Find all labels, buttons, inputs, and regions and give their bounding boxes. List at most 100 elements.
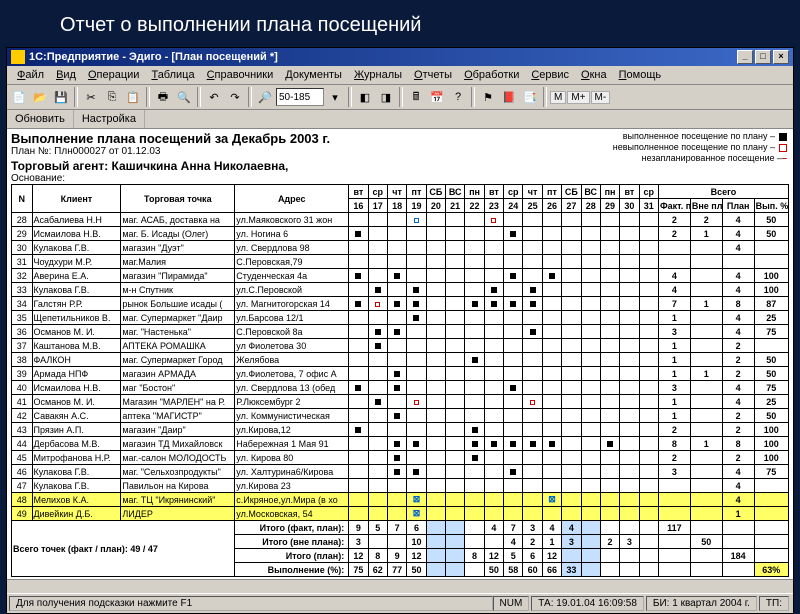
tool-b-icon[interactable]: ◨ <box>376 87 396 107</box>
tool-a-icon[interactable]: ◧ <box>355 87 375 107</box>
col-date: 30 <box>620 199 639 213</box>
menu-Помощь[interactable]: Помощь <box>613 67 668 83</box>
minimize-button[interactable]: _ <box>737 50 753 64</box>
status-hint: Для получения подсказки нажмите F1 <box>9 596 493 611</box>
calc-icon[interactable]: 🖩 <box>406 87 426 107</box>
table-row[interactable]: 35Щепетильников В.маг. Супермаркет "Даир… <box>12 311 789 325</box>
new-icon[interactable]: 📄 <box>9 87 29 107</box>
help-icon[interactable]: ? <box>448 87 468 107</box>
range-input[interactable] <box>276 88 324 106</box>
maximize-button[interactable]: □ <box>755 50 771 64</box>
col-day: ср <box>639 185 658 199</box>
col-day: вт <box>620 185 639 199</box>
menu-Документы[interactable]: Документы <box>279 67 348 83</box>
col-date: 20 <box>426 199 445 213</box>
table-row[interactable]: 30Кулакова Г.В.магазин "Дуэт"ул. Свердло… <box>12 241 789 255</box>
doc-basis: Основание: <box>11 173 613 184</box>
m-plus-button[interactable]: M+ <box>567 91 589 104</box>
menu-Обработки[interactable]: Обработки <box>458 67 525 83</box>
undo-icon[interactable]: ↶ <box>204 87 224 107</box>
table-row[interactable]: 46Кулакова Г.В.маг. "Сельхозпродукты"ул.… <box>12 465 789 479</box>
table-row[interactable]: 28Асабалиева Н.Нмаг. АСАБ, доставка наул… <box>12 213 789 227</box>
table-row[interactable]: 42Савакян А.С.аптека "МАГИСТР"ул. Коммун… <box>12 409 789 423</box>
doc-title: Выполнение плана посещений за Декабрь 20… <box>11 131 613 146</box>
col-day: пн <box>600 185 619 199</box>
redo-icon[interactable]: ↷ <box>225 87 245 107</box>
table-row[interactable]: 31Чоудхури М.Р.маг.МалияС.Перовская,79 <box>12 255 789 269</box>
cut-icon[interactable]: ✂ <box>81 87 101 107</box>
table-row[interactable]: 41Османов М. И.Магазин "МАРЛЕН" на Р.Р.Л… <box>12 395 789 409</box>
paste-icon[interactable]: 📋 <box>123 87 143 107</box>
menu-Сервис[interactable]: Сервис <box>525 67 575 83</box>
scroll-bar[interactable] <box>7 579 793 593</box>
menu-Журналы[interactable]: Журналы <box>348 67 408 83</box>
col-day: пн <box>465 185 484 199</box>
save-icon[interactable]: 💾 <box>51 87 71 107</box>
table-row[interactable]: 34Галстян Р.Р.рынок Большие исады (ул. М… <box>12 297 789 311</box>
title-bar: 1С:Предприятие - Эдиго - [План посещений… <box>7 48 793 66</box>
open-icon[interactable]: 📂 <box>30 87 50 107</box>
menu-Файл[interactable]: Файл <box>11 67 50 83</box>
table-row[interactable]: 43Прязин А.П.магазин "Даир"ул.Кирова,122… <box>12 423 789 437</box>
table-row[interactable]: 39Армада НПФмагазин АРМАДАул.Фиолетова, … <box>12 367 789 381</box>
table-row[interactable]: 48Мелихов К.А.маг. ТЦ "Икрянинский"с.Икр… <box>12 493 789 507</box>
col-date: 31 <box>639 199 658 213</box>
col-fact: Факт. план <box>658 199 690 213</box>
col-pct: Вып. % <box>754 199 788 213</box>
table-row[interactable]: 33Кулакова Г.В.м-н Спутникул.С.Перовской… <box>12 283 789 297</box>
table-row[interactable]: 44Дербасова М.В.магазин ТД МихайловскНаб… <box>12 437 789 451</box>
col-date: 19 <box>407 199 426 213</box>
table-row[interactable]: 40Исмаилова Н.В.маг "Бостон"ул. Свердлов… <box>12 381 789 395</box>
setup-button[interactable]: Настройка <box>74 110 145 128</box>
legend: выполненное посещение по плану – невыпол… <box>613 131 789 184</box>
col-day: чт <box>387 185 406 199</box>
document-area: Выполнение плана посещений за Декабрь 20… <box>7 129 793 579</box>
menu-Окна[interactable]: Окна <box>575 67 613 83</box>
col-date: 21 <box>446 199 465 213</box>
flag-icon[interactable]: ⚑ <box>478 87 498 107</box>
col-date: 28 <box>581 199 600 213</box>
col-day: ВС <box>581 185 600 199</box>
menu-Отчеты[interactable]: Отчеты <box>408 67 458 83</box>
close-button[interactable]: × <box>773 50 789 64</box>
table-row[interactable]: 38ФАЛКОНмаг. Супермаркет ГородЖелябова12… <box>12 353 789 367</box>
col-totals: Всего <box>658 185 788 199</box>
col-day: ср <box>504 185 523 199</box>
col-day: ср <box>368 185 387 199</box>
visits-table: NКлиентТорговая точкаАдресвтсрчтптСБВСпн… <box>11 184 789 577</box>
col-date: 16 <box>349 199 368 213</box>
find-icon[interactable]: 🔎 <box>255 87 275 107</box>
print-icon[interactable]: 🖶 <box>153 87 173 107</box>
window-title: 1С:Предприятие - Эдиго - [План посещений… <box>29 51 278 63</box>
table-row[interactable]: 49Дивейкин Д.Б.ЛИДЕРул.Московская, 54⊠1 <box>12 507 789 521</box>
table-row[interactable]: 37Каштанова М.В.АПТЕКА РОМАШКАул Фиолето… <box>12 339 789 353</box>
dropdown-icon[interactable]: ▾ <box>325 87 345 107</box>
menu-Таблица[interactable]: Таблица <box>145 67 200 83</box>
refresh-button[interactable]: Обновить <box>7 110 74 128</box>
status-bar: Для получения подсказки нажмите F1 NUM Т… <box>7 593 793 613</box>
col-day: СБ <box>562 185 581 199</box>
app-window: 1С:Предприятие - Эдиго - [План посещений… <box>6 47 794 614</box>
calendar-icon[interactable]: 📅 <box>427 87 447 107</box>
preview-icon[interactable]: 🔍 <box>174 87 194 107</box>
table-row[interactable]: 45Митрофанова Н.Р.маг.-салон МОЛОДОСТЬул… <box>12 451 789 465</box>
doc-icon[interactable]: 📑 <box>520 87 540 107</box>
table-row[interactable]: 29Исмаилова Н.В.маг. Б. Исады (Олег)ул. … <box>12 227 789 241</box>
m-minus-button[interactable]: M- <box>591 91 611 104</box>
col-day: вт <box>484 185 503 199</box>
copy-icon[interactable]: ⎘ <box>102 87 122 107</box>
menu-Операции[interactable]: Операции <box>82 67 145 83</box>
status-tp: ТП: <box>759 596 789 611</box>
menu-Справочники[interactable]: Справочники <box>201 67 280 83</box>
menu-Вид[interactable]: Вид <box>50 67 82 83</box>
col-date: 25 <box>523 199 542 213</box>
slide-title: Отчет о выполнении плана посещений <box>0 0 800 47</box>
action-bar: Обновить Настройка <box>7 110 793 129</box>
table-row[interactable]: 36Османов М. И.маг. "Настенька"С.Перовск… <box>12 325 789 339</box>
col-date: 29 <box>600 199 619 213</box>
table-row[interactable]: 47Кулакова Г.В.Павильон на Кироваул.Киро… <box>12 479 789 493</box>
table-row[interactable]: 32Аверина Е.А.магазин "Пирамида"Студенче… <box>12 269 789 283</box>
book-icon[interactable]: 📕 <box>499 87 519 107</box>
summary-row: Всего точек (факт / план): 49 / 47Итого … <box>12 521 789 535</box>
m-button[interactable]: M <box>550 91 566 104</box>
